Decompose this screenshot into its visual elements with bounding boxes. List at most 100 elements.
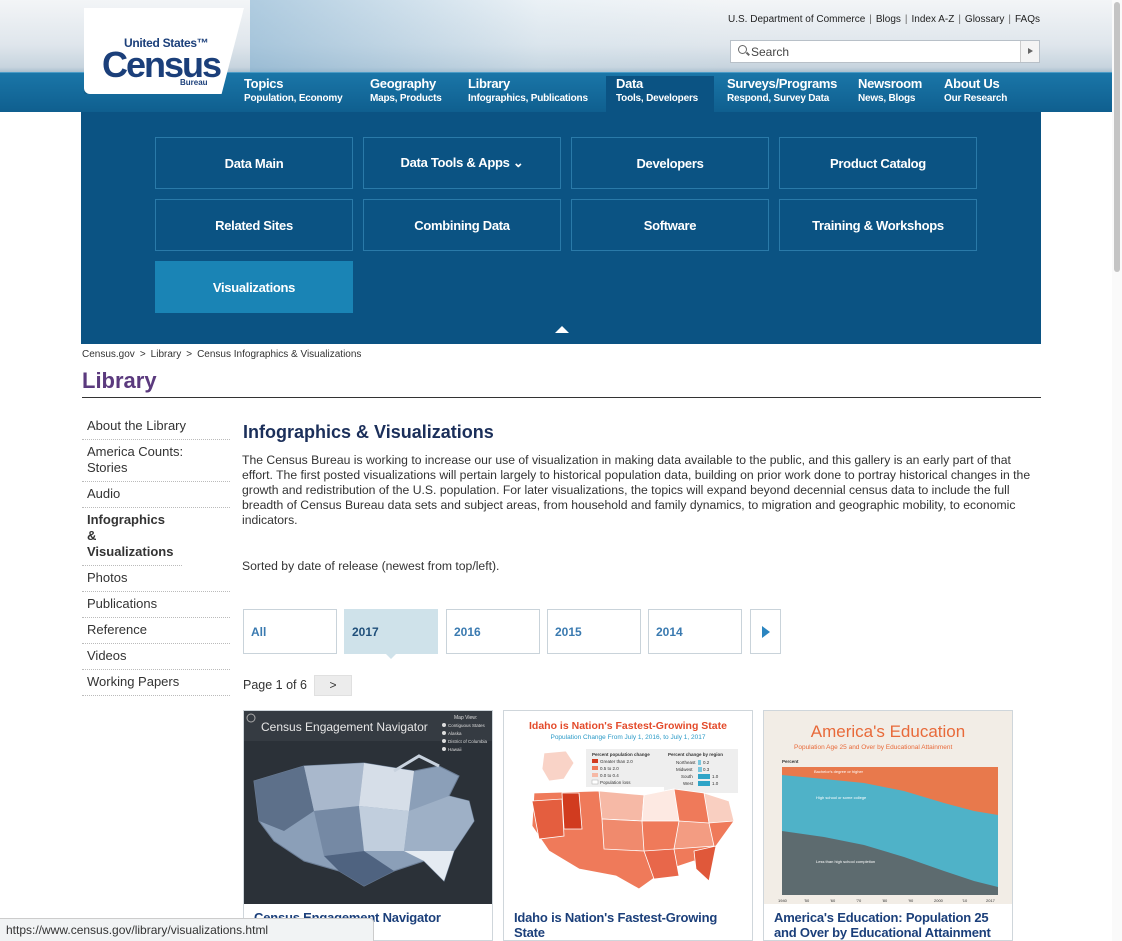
util-link-faqs[interactable]: FAQs <box>1015 14 1040 25</box>
thumbnail-engagement-navigator: Census Engagement Navigator Map View: Co… <box>244 711 492 904</box>
util-link-index[interactable]: Index A-Z <box>912 14 955 25</box>
util-separator: | <box>904 14 908 25</box>
thumb-legend-text: Greater than 2.0 <box>600 759 633 764</box>
pager-label: Page 1 of 6 <box>243 678 307 692</box>
thumb-x-tick: '80 <box>882 898 888 903</box>
sidebar-item-working-papers[interactable]: Working Papers <box>82 670 230 696</box>
nav-newsroom[interactable]: Newsroom News, Blogs <box>858 76 922 112</box>
thumb-x-tick: '50 <box>804 898 810 903</box>
link-preview-statusbar: https://www.census.gov/library/visualiza… <box>0 918 374 941</box>
nav-title: Topics <box>244 76 284 91</box>
menu-visualizations[interactable]: Visualizations <box>155 261 353 313</box>
breadcrumb-census[interactable]: Census.gov <box>82 349 135 360</box>
tab-all[interactable]: All <box>243 609 337 654</box>
thumb-x-tick: '70 <box>856 898 862 903</box>
thumb-band-label: Less than high school completion <box>816 859 875 864</box>
nav-title: Library <box>468 76 510 91</box>
nav-data[interactable]: Data Tools, Developers <box>606 76 714 112</box>
sidebar-item-publications[interactable]: Publications <box>82 592 230 618</box>
census-logo[interactable]: United States™ Census Bureau <box>84 8 244 94</box>
nav-library[interactable]: Library Infographics, Publications <box>468 76 588 112</box>
sidebar-nav: About the Library America Counts: Storie… <box>82 414 230 696</box>
sidebar-item-audio[interactable]: Audio <box>82 482 230 508</box>
nav-surveys[interactable]: Surveys/Programs Respond, Survey Data <box>727 76 837 112</box>
util-link-commerce[interactable]: U.S. Department of Commerce <box>728 14 865 25</box>
thumb-legend-title: Percent population change <box>592 752 650 757</box>
menu-related-sites[interactable]: Related Sites <box>155 199 353 251</box>
thumbnail-idaho-map: Idaho is Nation's Fastest-Growing State … <box>504 711 752 904</box>
thumb-subtitle-text: Population Change From July 1, 2016, to … <box>550 734 705 741</box>
section-heading: Infographics & Visualizations <box>243 422 494 442</box>
menu-product-catalog[interactable]: Product Catalog <box>779 137 977 189</box>
menu-collapse-caret-icon[interactable] <box>555 326 569 333</box>
sidebar-item-videos[interactable]: Videos <box>82 644 230 670</box>
thumb-title-text: Census Engagement Navigator <box>261 720 428 734</box>
card-americas-education[interactable]: America's Education Population Age 25 an… <box>763 710 1013 941</box>
util-link-glossary[interactable]: Glossary <box>965 14 1004 25</box>
page-title: Library <box>82 368 157 393</box>
thumb-region-title: Percent change by region <box>668 752 723 757</box>
tabs-next-arrow-icon[interactable] <box>750 609 781 654</box>
tab-2016[interactable]: 2016 <box>446 609 540 654</box>
thumb-band-label: High school or some college <box>816 795 867 800</box>
title-divider <box>82 397 1041 398</box>
thumb-region-text: Midwest <box>676 767 693 772</box>
scrollbar-thumb[interactable] <box>1114 2 1120 272</box>
nav-title: Surveys/Programs <box>727 76 838 91</box>
thumb-legend-text: Hawaii <box>448 747 462 752</box>
thumb-x-tick: 2017 <box>986 898 996 903</box>
nav-subtitle: Respond, Survey Data <box>727 93 830 104</box>
nav-geography[interactable]: Geography Maps, Products <box>370 76 442 112</box>
menu-combining-data[interactable]: Combining Data <box>363 199 561 251</box>
card-engagement-navigator[interactable]: Census Engagement Navigator Map View: Co… <box>243 710 493 941</box>
nav-topics[interactable]: Topics Population, Economy <box>244 76 343 112</box>
tab-2017[interactable]: 2017 <box>344 609 438 659</box>
data-mega-menu: Data Main Data Tools & Apps ⌄ Developers… <box>81 112 1041 344</box>
page: United States™ Census Bureau U.S. Depart… <box>0 0 1122 941</box>
page-scrollbar[interactable] <box>1112 0 1122 941</box>
thumb-region-text: West <box>683 781 694 786</box>
thumbnail-education-chart: America's Education Population Age 25 an… <box>764 711 1012 904</box>
util-link-blogs[interactable]: Blogs <box>876 14 901 25</box>
thumb-legend-text: Map View: <box>454 715 477 721</box>
menu-developers[interactable]: Developers <box>571 137 769 189</box>
search-submit-button[interactable] <box>1020 41 1039 62</box>
breadcrumb: Census.gov > Library > Census Infographics &… <box>82 349 361 360</box>
sidebar-item-photos[interactable]: Photos <box>82 566 230 592</box>
thumb-legend-text: Alaska <box>448 731 462 736</box>
thumb-region-text: 1.0 <box>712 781 719 786</box>
thumb-band-label: Bachelor's degree or higher <box>814 769 864 774</box>
menu-data-tools[interactable]: Data Tools & Apps ⌄ <box>363 137 561 189</box>
nav-title: Newsroom <box>858 76 923 91</box>
sidebar-item-about[interactable]: About the Library <box>82 414 230 440</box>
thumb-title-text: America's Education <box>811 722 965 741</box>
card-idaho-growth[interactable]: Idaho is Nation's Fastest-Growing State … <box>503 710 753 941</box>
menu-software[interactable]: Software <box>571 199 769 251</box>
header-banner-graphic <box>250 0 730 72</box>
nav-title: Data <box>616 76 643 91</box>
util-separator: | <box>958 14 961 25</box>
breadcrumb-current: Census Infographics & Visualizations <box>197 349 362 360</box>
sidebar-item-reference[interactable]: Reference <box>82 618 230 644</box>
util-separator: | <box>1008 14 1011 25</box>
card-caption[interactable]: Idaho is Nation's Fastest-Growing State <box>514 910 744 940</box>
search-input[interactable]: Search <box>730 40 1040 63</box>
menu-data-main[interactable]: Data Main <box>155 137 353 189</box>
thumb-x-tick: 2000 <box>934 898 944 903</box>
menu-training[interactable]: Training & Workshops <box>779 199 977 251</box>
intro-paragraph: The Census Bureau is working to increase… <box>242 453 1031 527</box>
thumb-legend-text: District of Columbia <box>448 739 488 744</box>
pager-next-button[interactable]: > <box>314 675 352 696</box>
tab-2015[interactable]: 2015 <box>547 609 641 654</box>
card-caption[interactable]: America's Education: Population 25 and O… <box>774 910 1004 940</box>
nav-subtitle: Our Research <box>944 93 1008 104</box>
breadcrumb-library[interactable]: Library <box>151 349 182 360</box>
nav-subtitle: News, Blogs <box>858 93 916 104</box>
nav-title: Geography <box>370 76 436 91</box>
thumb-axis-label: Percent <box>782 759 799 764</box>
tab-2014[interactable]: 2014 <box>648 609 742 654</box>
search-placeholder: Search <box>751 45 790 59</box>
sidebar-item-infographics[interactable]: Infographics & Visualizations <box>82 508 182 566</box>
sidebar-item-america-counts[interactable]: America Counts: Stories <box>82 440 230 482</box>
nav-about[interactable]: About Us Our Research <box>944 76 1007 112</box>
